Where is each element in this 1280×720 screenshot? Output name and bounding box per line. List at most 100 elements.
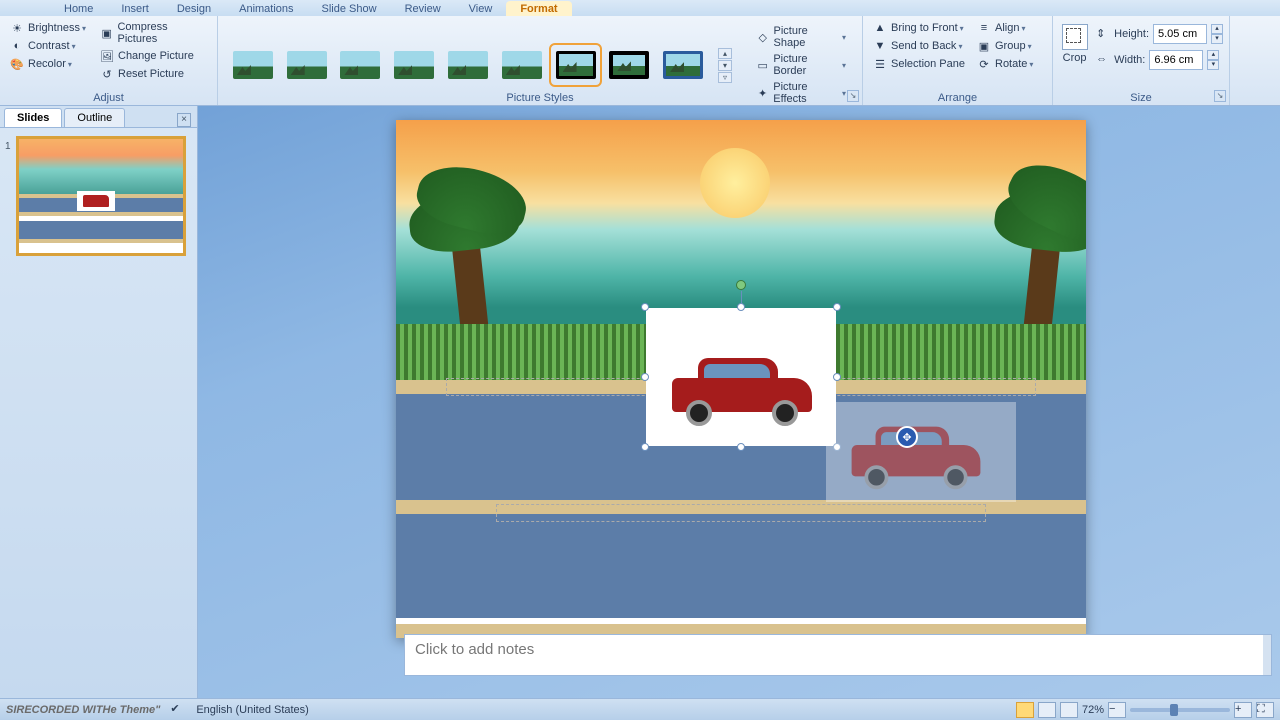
rotate-handle[interactable] [736, 280, 746, 290]
slides-pane: Slides Outline × 1 [0, 106, 198, 698]
change-picture-icon: 🖼 [100, 49, 114, 63]
size-launcher[interactable]: ↘ [1214, 90, 1226, 102]
notes-scrollbar[interactable] [1263, 635, 1271, 675]
resize-handle-tr[interactable] [833, 303, 841, 311]
zoom-slider[interactable] [1130, 708, 1230, 712]
drag-preview [826, 402, 1016, 502]
height-down[interactable]: ▾ [1211, 34, 1223, 44]
group-label-styles: Picture Styles [218, 92, 862, 104]
pane-close-button[interactable]: × [177, 113, 191, 127]
tab-review[interactable]: Review [391, 1, 455, 16]
gallery-down-icon[interactable]: ▾ [718, 60, 732, 71]
styles-launcher[interactable]: ↘ [847, 90, 859, 102]
ribbon: ☀Brightness▾ ◐Contrast▾ 🎨Recolor▾ ▣Compr… [0, 16, 1280, 106]
group-icon: ▣ [977, 39, 991, 53]
picture-shape-icon: ◇ [756, 30, 769, 44]
bring-to-front-button[interactable]: ▲Bring to Front▾ [869, 20, 969, 36]
slide-thumb-1[interactable]: 1 [16, 136, 186, 256]
picture-shape-button[interactable]: ◇Picture Shape▾ [752, 24, 850, 50]
contrast-button[interactable]: ◐Contrast▾ [6, 38, 90, 54]
style-gallery-scroll[interactable]: ▴▾▿ [718, 48, 732, 83]
tab-format[interactable]: Format [506, 1, 571, 16]
width-down[interactable]: ▾ [1207, 60, 1219, 70]
picture-style-8[interactable] [606, 47, 652, 83]
group-label-size: Size [1053, 92, 1229, 104]
height-label: Height: [1114, 28, 1149, 40]
crop-icon [1062, 24, 1088, 50]
view-sorter-button[interactable] [1038, 702, 1056, 718]
reset-picture-button[interactable]: ↺Reset Picture [96, 66, 211, 82]
picture-border-button[interactable]: ▭Picture Border▾ [752, 52, 850, 78]
picture-style-4[interactable] [391, 47, 437, 83]
pane-tab-outline[interactable]: Outline [64, 108, 125, 127]
recolor-icon: 🎨 [10, 57, 24, 71]
tab-view[interactable]: View [455, 1, 507, 16]
resize-handle-mr[interactable] [833, 373, 841, 381]
gallery-more-icon[interactable]: ▿ [718, 72, 732, 83]
resize-handle-tl[interactable] [641, 303, 649, 311]
height-icon: ⇕ [1096, 27, 1110, 41]
picture-style-9[interactable] [660, 47, 706, 83]
zoom-out-button[interactable]: − [1108, 702, 1126, 718]
picture-style-2[interactable] [284, 47, 330, 83]
zoom-in-button[interactable]: + [1234, 702, 1252, 718]
group-arrange: ▲Bring to Front▾ ▼Send to Back▾ ☰Selecti… [863, 16, 1053, 105]
compress-icon: ▣ [100, 26, 113, 40]
brightness-button[interactable]: ☀Brightness▾ [6, 20, 90, 36]
selected-picture-car[interactable] [646, 308, 836, 446]
resize-handle-bl[interactable] [641, 443, 649, 451]
align-button[interactable]: ≡Align▾ [973, 20, 1037, 36]
tab-slideshow[interactable]: Slide Show [308, 1, 391, 16]
resize-handle-tm[interactable] [737, 303, 745, 311]
picture-style-5[interactable] [445, 47, 491, 83]
status-theme: SIRECORDED WITHe Theme" [6, 704, 160, 716]
view-slideshow-button[interactable] [1060, 702, 1078, 718]
group-picture-styles: ▴▾▿ ◇Picture Shape▾ ▭Picture Border▾ ✦Pi… [218, 16, 863, 105]
tab-animations[interactable]: Animations [225, 1, 307, 16]
picture-border-icon: ▭ [756, 58, 769, 72]
compress-button[interactable]: ▣Compress Pictures [96, 20, 211, 46]
pane-tab-slides[interactable]: Slides [4, 108, 62, 127]
tab-design[interactable]: Design [163, 1, 225, 16]
crop-button[interactable]: Crop [1059, 24, 1090, 64]
selection-pane-button[interactable]: ☰Selection Pane [869, 56, 969, 72]
resize-handle-bm[interactable] [737, 443, 745, 451]
height-up[interactable]: ▴ [1211, 24, 1223, 34]
send-back-icon: ▼ [873, 39, 887, 53]
zoom-thumb[interactable] [1170, 704, 1178, 716]
width-up[interactable]: ▴ [1207, 50, 1219, 60]
send-to-back-button[interactable]: ▼Send to Back▾ [869, 38, 969, 54]
picture-style-3[interactable] [338, 47, 384, 83]
slide-canvas-area[interactable]: ✥ Click to add notes [198, 106, 1280, 698]
status-language[interactable]: English (United States) [196, 704, 309, 716]
recolor-button[interactable]: 🎨Recolor▾ [6, 56, 90, 72]
bring-front-icon: ▲ [873, 21, 887, 35]
menu-tabs: Home Insert Design Animations Slide Show… [0, 0, 1280, 16]
view-normal-button[interactable] [1016, 702, 1034, 718]
slide-number: 1 [5, 141, 11, 152]
group-button[interactable]: ▣Group▾ [973, 38, 1037, 54]
tab-insert[interactable]: Insert [107, 1, 163, 16]
width-label: Width: [1114, 54, 1145, 66]
picture-style-1[interactable] [230, 47, 276, 83]
resize-handle-ml[interactable] [641, 373, 649, 381]
notes-pane[interactable]: Click to add notes [404, 634, 1272, 676]
spellcheck-icon[interactable]: ✔ [170, 702, 186, 718]
group-label-arrange: Arrange [863, 92, 1052, 104]
tab-home[interactable]: Home [50, 1, 107, 16]
slide-canvas[interactable]: ✥ [396, 120, 1086, 638]
rotate-button[interactable]: ⟳Rotate▾ [973, 56, 1037, 72]
picture-style-6[interactable] [499, 47, 545, 83]
workspace: Slides Outline × 1 [0, 106, 1280, 698]
notes-placeholder: Click to add notes [415, 641, 534, 658]
contrast-icon: ◐ [10, 39, 24, 53]
width-input[interactable] [1149, 50, 1203, 70]
gallery-up-icon[interactable]: ▴ [718, 48, 732, 59]
change-picture-button[interactable]: 🖼Change Picture [96, 48, 211, 64]
brightness-icon: ☀ [10, 21, 24, 35]
zoom-fit-button[interactable]: ⛶ [1256, 702, 1274, 718]
height-input[interactable] [1153, 24, 1207, 44]
picture-style-7[interactable] [553, 47, 599, 83]
rotate-icon: ⟳ [977, 57, 991, 71]
reset-picture-icon: ↺ [100, 67, 114, 81]
